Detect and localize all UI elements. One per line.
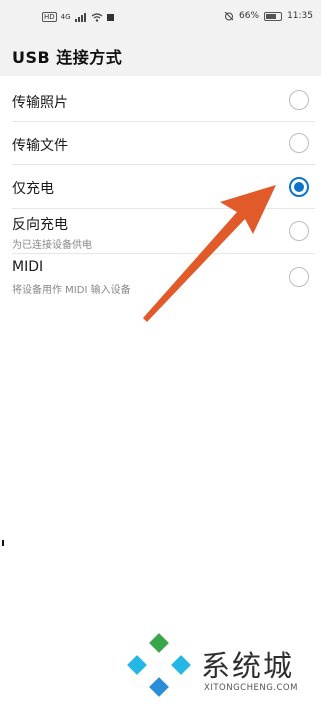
option-label: 传输文件 <box>12 138 68 154</box>
battery-percent: 66% <box>239 11 260 21</box>
radio-button[interactable] <box>289 267 309 287</box>
option-label: MIDI <box>12 259 44 275</box>
option-reverse-charge[interactable]: 反向充电 为已连接设备供电 <box>0 208 321 254</box>
radio-button[interactable] <box>289 90 309 110</box>
clock: 11:35 <box>287 11 313 21</box>
radio-button[interactable] <box>289 133 309 153</box>
option-label: 反向充电 <box>12 217 68 233</box>
option-label: 传输照片 <box>12 95 68 111</box>
signal-icon <box>74 12 86 22</box>
status-right: 66% 11:35 <box>224 11 313 21</box>
notification-icon <box>106 13 114 21</box>
watermark-url: XITONGCHENG.COM <box>204 683 298 693</box>
page-title: USB 连接方式 <box>12 48 123 67</box>
alarm-off-icon <box>224 11 234 21</box>
header-area: HD 4G 66% 11:35 USB 连接方式 <box>0 0 321 76</box>
radio-button-selected[interactable] <box>289 177 309 197</box>
option-transfer-photos[interactable]: 传输照片 <box>0 78 321 124</box>
battery-icon <box>264 11 283 21</box>
status-bar: HD 4G 66% 11:35 <box>0 8 321 28</box>
option-charge-only[interactable]: 仅充电 <box>0 164 321 210</box>
edge-mark <box>2 540 4 546</box>
wifi-icon <box>91 12 102 22</box>
option-midi[interactable]: MIDI 将设备用作 MIDI 输入设备 <box>0 253 321 299</box>
option-transfer-files[interactable]: 传输文件 <box>0 121 321 167</box>
option-label: 仅充电 <box>12 181 54 197</box>
hd-icon: HD <box>42 12 57 22</box>
watermark-name: 系统城 <box>201 649 295 683</box>
network-label: 4G <box>60 13 71 21</box>
watermark-logo-icon <box>127 633 191 697</box>
radio-button[interactable] <box>289 221 309 241</box>
status-left: HD 4G <box>42 12 114 22</box>
option-sublabel: 将设备用作 MIDI 输入设备 <box>12 285 131 296</box>
option-sublabel: 为已连接设备供电 <box>12 240 92 251</box>
